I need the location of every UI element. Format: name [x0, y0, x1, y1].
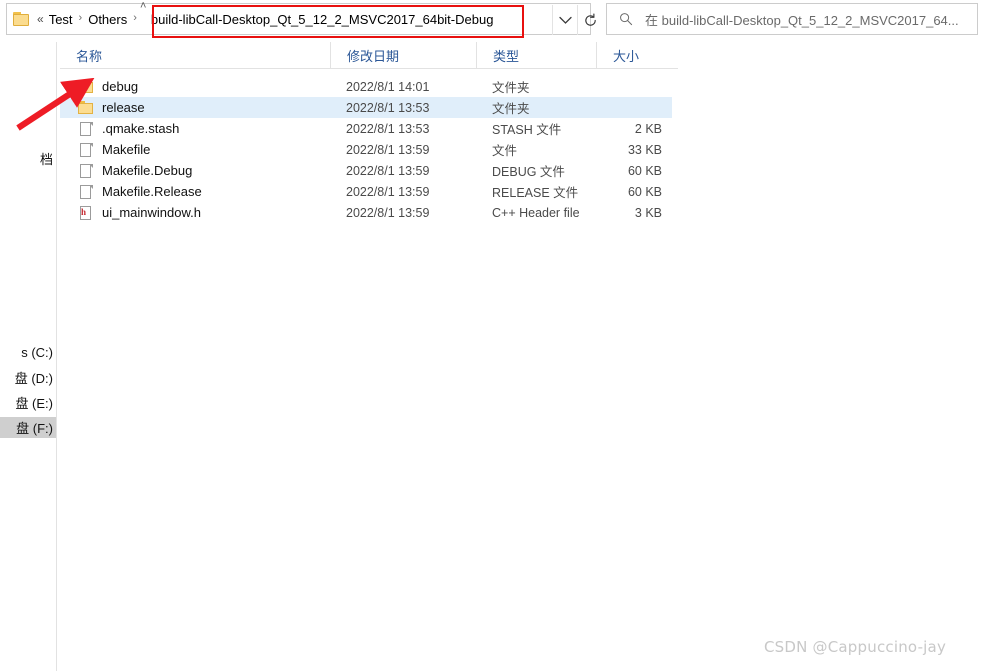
chevron-right-icon[interactable]: › [79, 12, 83, 24]
refresh-button[interactable] [577, 5, 603, 35]
column-header-size[interactable]: 大小 [596, 42, 678, 68]
file-name-label: release [102, 100, 145, 115]
address-history-dropdown-button[interactable] [552, 5, 577, 35]
file-name-label: Makefile.Release [102, 184, 202, 199]
file-name-cell: h ui_mainwindow.h [60, 205, 330, 221]
file-name-cell: Makefile.Debug [60, 163, 330, 179]
file-name-cell: debug [60, 79, 330, 95]
h-header-file-icon: h [78, 205, 94, 221]
column-header-size-label: 大小 [613, 48, 640, 64]
nav-item-drive-c[interactable]: s (C:) [0, 342, 56, 363]
nav-item-drive-f[interactable]: 盘 (F:) [0, 417, 56, 438]
column-header-date-label: 修改日期 [347, 48, 400, 64]
file-size-cell: 3 KB [634, 205, 662, 220]
table-row[interactable]: release 2022/8/1 13:53 文件夹 [60, 97, 672, 118]
nav-item-label: 盘 (F:) [16, 421, 53, 436]
nav-item-label: 盘 (D:) [14, 371, 53, 386]
file-icon [78, 121, 94, 137]
breadcrumb-item-current[interactable]: build-libCall-Desktop_Qt_5_12_2_MSVC2017… [144, 9, 500, 30]
nav-item-documents[interactable]: 档 [0, 148, 56, 169]
file-name-cell: Makefile [60, 142, 330, 158]
nav-item-drive-e[interactable]: 盘 (E:) [0, 392, 56, 413]
navigation-bar: « Test › Others › build-libCall-Desktop_… [0, 3, 984, 38]
nav-item-label: 盘 (E:) [15, 396, 53, 411]
search-icon [619, 12, 633, 26]
folder-icon [78, 79, 94, 95]
file-size-cell: 60 KB [627, 184, 662, 199]
breadcrumb-item-test[interactable]: Test [48, 10, 74, 29]
search-input[interactable]: 在 build-libCall-Desktop_Qt_5_12_2_MSVC20… [606, 3, 978, 35]
file-type-cell: STASH 文件 [492, 123, 562, 137]
nav-item-label: 档 [39, 152, 53, 167]
file-explorer-window: « Test › Others › build-libCall-Desktop_… [0, 0, 984, 671]
file-date-cell: 2022/8/1 13:53 [346, 100, 430, 115]
file-size-cell: 33 KB [627, 142, 662, 157]
chevron-right-icon[interactable]: › [133, 12, 137, 24]
file-list: debug 2022/8/1 14:01 文件夹 release 2022/8/… [60, 76, 678, 223]
file-name-label: .qmake.stash [102, 121, 180, 136]
file-date-cell: 2022/8/1 13:59 [346, 163, 430, 178]
file-name-label: Makefile [102, 142, 151, 157]
file-type-cell: C++ Header file [492, 205, 580, 220]
breadcrumb-item-others[interactable]: Others [87, 10, 128, 29]
table-row[interactable]: Makefile.Debug 2022/8/1 13:59 DEBUG 文件 6… [60, 160, 672, 181]
column-header-date-modified[interactable]: 修改日期 [330, 42, 476, 68]
file-size-cell: 2 KB [634, 121, 662, 136]
table-row[interactable]: Makefile 2022/8/1 13:59 文件 33 KB [60, 139, 672, 160]
file-date-cell: 2022/8/1 13:59 [346, 142, 430, 157]
file-type-cell: RELEASE 文件 [492, 186, 579, 200]
nav-item-drive-d[interactable]: 盘 (D:) [0, 367, 56, 388]
file-date-cell: 2022/8/1 13:59 [346, 184, 430, 199]
file-icon [78, 184, 94, 200]
address-bar[interactable]: « Test › Others › build-libCall-Desktop_… [6, 3, 596, 35]
chevron-down-icon [558, 16, 572, 24]
file-date-cell: 2022/8/1 14:01 [346, 79, 430, 94]
table-row[interactable]: debug 2022/8/1 14:01 文件夹 [60, 76, 672, 97]
refresh-icon [585, 13, 596, 26]
csdn-watermark: CSDN @Cappuccino-jay [764, 638, 947, 656]
file-icon [78, 163, 94, 179]
file-name-label: Makefile.Debug [102, 163, 193, 178]
table-row[interactable]: h ui_mainwindow.h 2022/8/1 13:59 C++ Hea… [60, 202, 672, 223]
column-header-type[interactable]: 类型 [476, 42, 596, 68]
folder-icon [13, 12, 30, 26]
column-header-name[interactable]: 名称 [60, 42, 330, 68]
file-date-cell: 2022/8/1 13:53 [346, 121, 430, 136]
search-placeholder-text: 在 build-libCall-Desktop_Qt_5_12_2_MSVC20… [645, 12, 959, 28]
file-name-cell: Makefile.Release [60, 184, 330, 200]
file-date-cell: 2022/8/1 13:59 [346, 205, 430, 220]
file-type-cell: 文件 [492, 144, 518, 158]
breadcrumb-current-label: build-libCall-Desktop_Qt_5_12_2_MSVC2017… [150, 11, 494, 27]
table-row[interactable]: Makefile.Release 2022/8/1 13:59 RELEASE … [60, 181, 672, 202]
breadcrumb-overflow-icon[interactable]: « [37, 12, 44, 26]
table-row[interactable]: .qmake.stash 2022/8/1 13:53 STASH 文件 2 K… [60, 118, 672, 139]
nav-item-label: s (C:) [21, 345, 53, 360]
folder-icon [78, 100, 94, 116]
sort-ascending-icon: ˄ [140, 0, 147, 12]
file-icon [78, 142, 94, 158]
file-size-cell: 60 KB [627, 163, 662, 178]
file-name-cell: .qmake.stash [60, 121, 330, 137]
file-type-cell: 文件夹 [492, 102, 530, 116]
file-name-label: debug [102, 79, 139, 94]
file-name-label: ui_mainwindow.h [102, 205, 202, 220]
navigation-pane: 档 s (C:) 盘 (D:) 盘 (E:) 盘 (F:) [0, 42, 57, 671]
column-header-row: 名称 修改日期 类型 大小 [60, 42, 678, 69]
column-header-type-label: 类型 [493, 48, 520, 64]
column-header-name-label: 名称 [76, 48, 103, 64]
file-type-cell: 文件夹 [492, 81, 530, 95]
file-name-cell: release [60, 100, 330, 116]
file-type-cell: DEBUG 文件 [492, 165, 565, 179]
breadcrumb: « Test › Others › build-libCall-Desktop_… [7, 4, 499, 34]
